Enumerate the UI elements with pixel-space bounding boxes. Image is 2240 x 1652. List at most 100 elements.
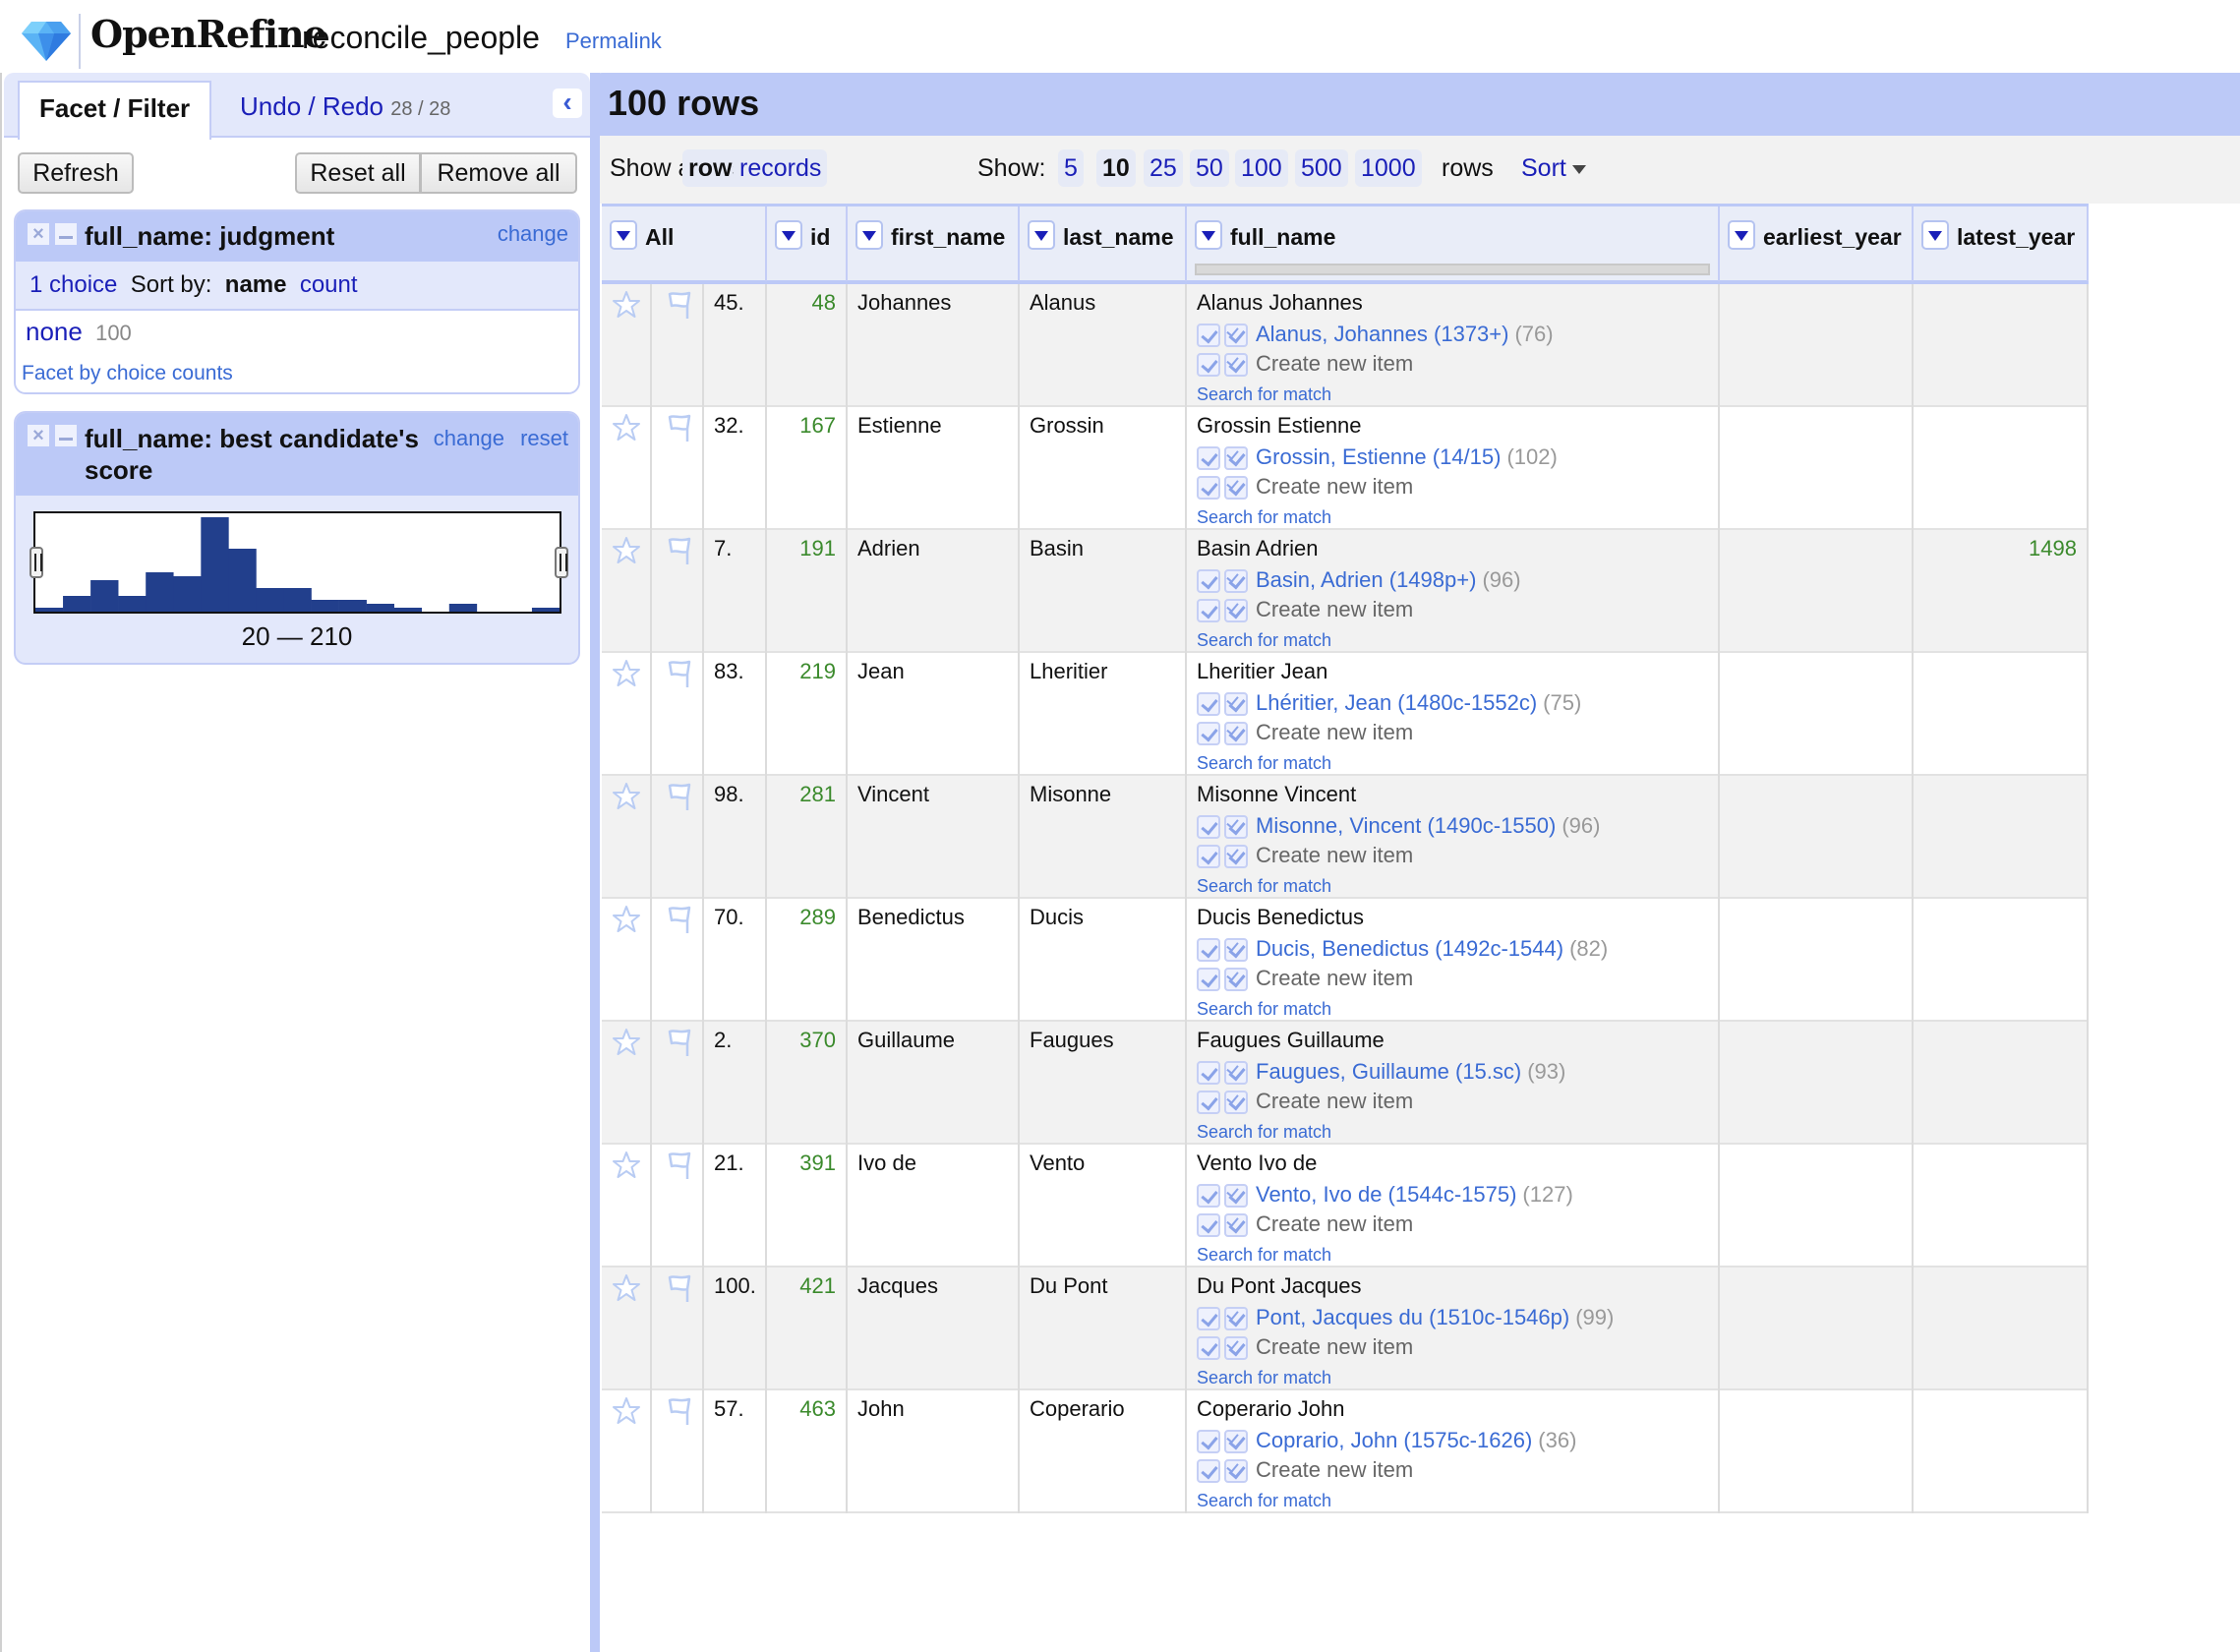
cell-id[interactable]: 191 [767,530,848,653]
search-for-match-link[interactable]: Search for match [1197,1245,1718,1266]
page-size-50[interactable]: 50 [1190,149,1229,187]
cell-last-name[interactable]: Lheritier [1020,653,1187,776]
tab-facet-filter[interactable]: Facet / Filter [18,81,212,140]
create-new-all-identical-icon[interactable] [1224,1213,1248,1238]
cell-last-name[interactable]: Vento [1020,1145,1187,1268]
create-new-this-cell-icon[interactable] [1197,845,1220,869]
flag-icon[interactable] [664,905,693,936]
create-new-this-cell-icon[interactable] [1197,353,1220,378]
flag-icon[interactable] [664,290,693,322]
cell-full-name[interactable]: Alanus Johannes Alanus, Johannes (1373+)… [1187,284,1720,407]
cell-last-name[interactable]: Ducis [1020,899,1187,1022]
match-this-cell-icon[interactable] [1197,1430,1220,1454]
cell-full-name[interactable]: Faugues Guillaume Faugues, Guillaume (15… [1187,1022,1720,1145]
cell-earliest-year[interactable] [1720,284,1914,407]
star-icon[interactable] [612,782,641,811]
page-size-5[interactable]: 5 [1058,149,1084,187]
sort-by-count[interactable]: count [300,271,358,298]
star-icon[interactable] [612,536,641,565]
show-as-records[interactable]: records [734,149,828,187]
cell-earliest-year[interactable] [1720,530,1914,653]
star-icon[interactable] [612,659,641,688]
flag-icon[interactable] [664,1396,693,1428]
candidate-link[interactable]: Alanus, Johannes (1373+) [1256,322,1508,346]
flag-icon[interactable] [664,536,693,567]
cell-first-name[interactable]: Estienne [848,407,1020,530]
flag-icon[interactable] [664,1028,693,1059]
sort-menu[interactable]: Sort [1521,149,1586,187]
minimize-icon[interactable] [55,425,77,446]
cell-last-name[interactable]: Faugues [1020,1022,1187,1145]
search-for-match-link[interactable]: Search for match [1197,1491,1718,1511]
flag-icon[interactable] [664,782,693,813]
cell-last-name[interactable]: Alanus [1020,284,1187,407]
create-new-item-label[interactable]: Create new item [1256,1457,1413,1482]
create-new-this-cell-icon[interactable] [1197,1091,1220,1115]
match-all-identical-icon[interactable] [1224,569,1248,594]
cell-earliest-year[interactable] [1720,776,1914,899]
column-menu-dropdown-icon[interactable] [1028,220,1055,250]
create-new-item-label[interactable]: Create new item [1256,1334,1413,1359]
cell-earliest-year[interactable] [1720,1145,1914,1268]
star-icon[interactable] [612,1028,641,1057]
search-for-match-link[interactable]: Search for match [1197,1122,1718,1143]
cell-earliest-year[interactable] [1720,653,1914,776]
create-new-this-cell-icon[interactable] [1197,1213,1220,1238]
create-new-all-identical-icon[interactable] [1224,353,1248,378]
choice-count-link[interactable]: 1 choice [29,271,117,298]
facet-reset-link[interactable]: reset [520,426,568,450]
cell-first-name[interactable]: Vincent [848,776,1020,899]
openrefine-diamond-logo-icon[interactable] [22,20,71,61]
create-new-item-label[interactable]: Create new item [1256,720,1413,744]
cell-first-name[interactable]: Benedictus [848,899,1020,1022]
create-new-all-identical-icon[interactable] [1224,722,1248,746]
project-name[interactable]: reconcile_people [302,20,540,56]
cell-latest-year[interactable] [1914,1268,2089,1390]
page-size-1000[interactable]: 1000 [1355,149,1422,187]
match-all-identical-icon[interactable] [1224,446,1248,471]
candidate-link[interactable]: Basin, Adrien (1498p+) [1256,567,1476,592]
match-all-identical-icon[interactable] [1224,1061,1248,1086]
column-menu-dropdown-icon[interactable] [775,220,802,250]
page-size-100[interactable]: 100 [1235,149,1288,187]
create-new-all-identical-icon[interactable] [1224,1091,1248,1115]
cell-latest-year[interactable] [1914,1022,2089,1145]
facet-by-choice-counts-link[interactable]: Facet by choice counts [22,362,233,385]
tab-undo-redo[interactable]: Undo / Redo 28 / 28 [220,81,470,138]
match-this-cell-icon[interactable] [1197,692,1220,717]
page-size-10[interactable]: 10 [1096,149,1136,187]
star-icon[interactable] [612,1150,641,1180]
search-for-match-link[interactable]: Search for match [1197,876,1718,897]
cell-earliest-year[interactable] [1720,407,1914,530]
permalink-link[interactable]: Permalink [565,29,662,54]
candidate-link[interactable]: Ducis, Benedictus (1492c-1544) [1256,936,1563,961]
match-this-cell-icon[interactable] [1197,815,1220,840]
star-icon[interactable] [612,290,641,320]
candidate-link[interactable]: Pont, Jacques du (1510c-1546p) [1256,1305,1569,1329]
cell-full-name[interactable]: Ducis Benedictus Ducis, Benedictus (1492… [1187,899,1720,1022]
cell-first-name[interactable]: John [848,1390,1020,1513]
create-new-item-label[interactable]: Create new item [1256,966,1413,990]
match-all-identical-icon[interactable] [1224,815,1248,840]
match-all-identical-icon[interactable] [1224,1430,1248,1454]
match-this-cell-icon[interactable] [1197,324,1220,348]
flag-icon[interactable] [664,1273,693,1305]
column-menu-dropdown-icon[interactable] [1921,220,1949,250]
cell-last-name[interactable]: Du Pont [1020,1268,1187,1390]
create-new-this-cell-icon[interactable] [1197,1336,1220,1361]
facet-choice[interactable]: none 100 [26,317,132,347]
cell-full-name[interactable]: Coperario John Coprario, John (1575c-162… [1187,1390,1720,1513]
star-icon[interactable] [612,1273,641,1303]
close-icon[interactable]: × [28,425,49,446]
match-all-identical-icon[interactable] [1224,938,1248,963]
cell-latest-year[interactable] [1914,407,2089,530]
refresh-button[interactable]: Refresh [18,152,134,194]
create-new-all-identical-icon[interactable] [1224,845,1248,869]
page-size-500[interactable]: 500 [1295,149,1348,187]
create-new-all-identical-icon[interactable] [1224,1459,1248,1484]
cell-first-name[interactable]: Johannes [848,284,1020,407]
search-for-match-link[interactable]: Search for match [1197,384,1718,405]
cell-latest-year[interactable] [1914,1145,2089,1268]
range-slider-right-handle[interactable] [555,547,568,578]
flag-icon[interactable] [664,413,693,444]
